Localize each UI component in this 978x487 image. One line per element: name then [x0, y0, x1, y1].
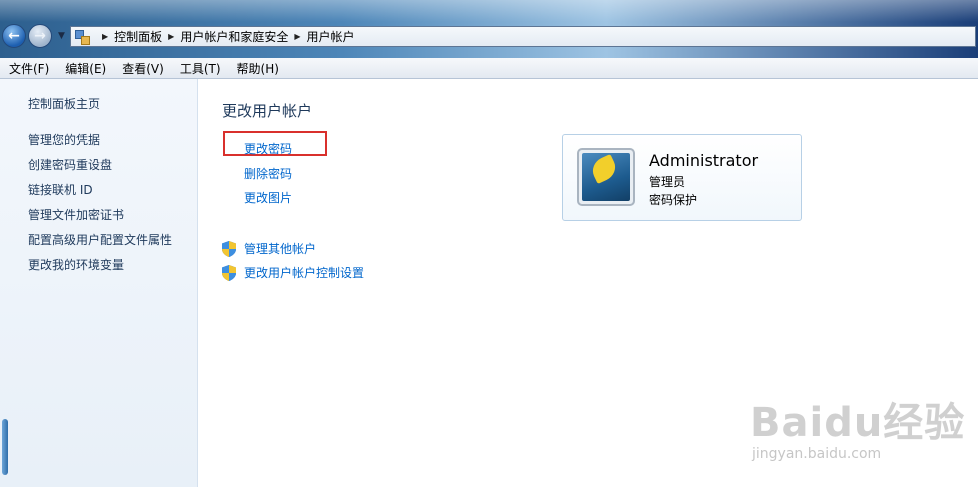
sidebar-link-online-id[interactable]: 链接联机 ID: [28, 181, 93, 198]
change-picture-link[interactable]: 更改图片: [244, 189, 292, 206]
control-panel-icon: [74, 29, 90, 45]
sidebar-link-env-variables[interactable]: 更改我的环境变量: [28, 256, 124, 273]
user-name: Administrator: [649, 151, 759, 170]
avatar: [577, 148, 635, 206]
chevron-right-icon[interactable]: ▶: [294, 32, 300, 41]
scrollbar-thumb[interactable]: [2, 419, 8, 475]
sidebar-link-profile-properties[interactable]: 配置高级用户配置文件属性: [28, 231, 172, 248]
back-button[interactable]: ←: [2, 24, 26, 48]
watermark-logo: Baidu经验: [750, 400, 966, 446]
chevron-right-icon[interactable]: ▶: [168, 32, 174, 41]
forward-arrow-icon: →: [34, 28, 46, 44]
menu-file[interactable]: 文件(F): [0, 60, 56, 77]
menu-edit[interactable]: 编辑(E): [56, 60, 113, 77]
chevron-right-icon[interactable]: ▶: [102, 32, 108, 41]
uac-shield-icon: [222, 264, 236, 281]
user-account-card: Administrator 管理员 密码保护: [562, 134, 802, 221]
menu-view[interactable]: 查看(V): [113, 60, 171, 77]
change-password-link[interactable]: 更改密码: [244, 140, 292, 157]
breadcrumb-user-accounts[interactable]: 用户帐户: [307, 28, 355, 45]
breadcrumb-control-panel[interactable]: 控制面板: [114, 28, 162, 45]
menu-tools[interactable]: 工具(T): [171, 60, 228, 77]
uac-settings-label: 更改用户帐户控制设置: [244, 266, 365, 280]
task-pane: 控制面板主页 管理您的凭据 创建密码重设盘 链接联机 ID 管理文件加密证书 配…: [0, 79, 198, 487]
sidebar-link-reset-disk[interactable]: 创建密码重设盘: [28, 156, 112, 173]
uac-settings-link[interactable]: 更改用户帐户控制设置: [222, 264, 364, 281]
address-bar[interactable]: ▶ 控制面板 ▶ 用户帐户和家庭安全 ▶ 用户帐户: [70, 26, 976, 47]
page-title: 更改用户帐户: [222, 102, 313, 120]
breadcrumb-user-accounts-family[interactable]: 用户帐户和家庭安全: [180, 28, 288, 45]
uac-shield-icon: [222, 240, 236, 257]
forward-button[interactable]: →: [28, 24, 52, 48]
title-bar-sheen: [0, 0, 978, 22]
sidebar-link-encryption-certs[interactable]: 管理文件加密证书: [28, 206, 124, 223]
sidebar-link-credentials[interactable]: 管理您的凭据: [28, 131, 100, 148]
leaf-icon: [588, 153, 620, 185]
user-role: 管理员: [649, 175, 686, 189]
manage-other-accounts-link[interactable]: 管理其他帐户: [222, 240, 316, 257]
menu-help[interactable]: 帮助(H): [228, 60, 286, 77]
user-picture: [582, 153, 630, 201]
back-arrow-icon: ←: [8, 28, 20, 44]
title-bar: ← → ▼ ▶ 控制面板 ▶ 用户帐户和家庭安全 ▶ 用户帐户: [0, 0, 978, 58]
history-dropdown-icon[interactable]: ▼: [58, 31, 65, 41]
watermark-url: jingyan.baidu.com: [752, 446, 882, 462]
remove-password-link[interactable]: 删除密码: [244, 165, 292, 182]
user-password-status: 密码保护: [649, 193, 698, 207]
sidebar-link-home[interactable]: 控制面板主页: [28, 95, 100, 112]
manage-other-accounts-label: 管理其他帐户: [244, 242, 317, 256]
menu-bar: 文件(F) 编辑(E) 查看(V) 工具(T) 帮助(H): [0, 58, 978, 79]
